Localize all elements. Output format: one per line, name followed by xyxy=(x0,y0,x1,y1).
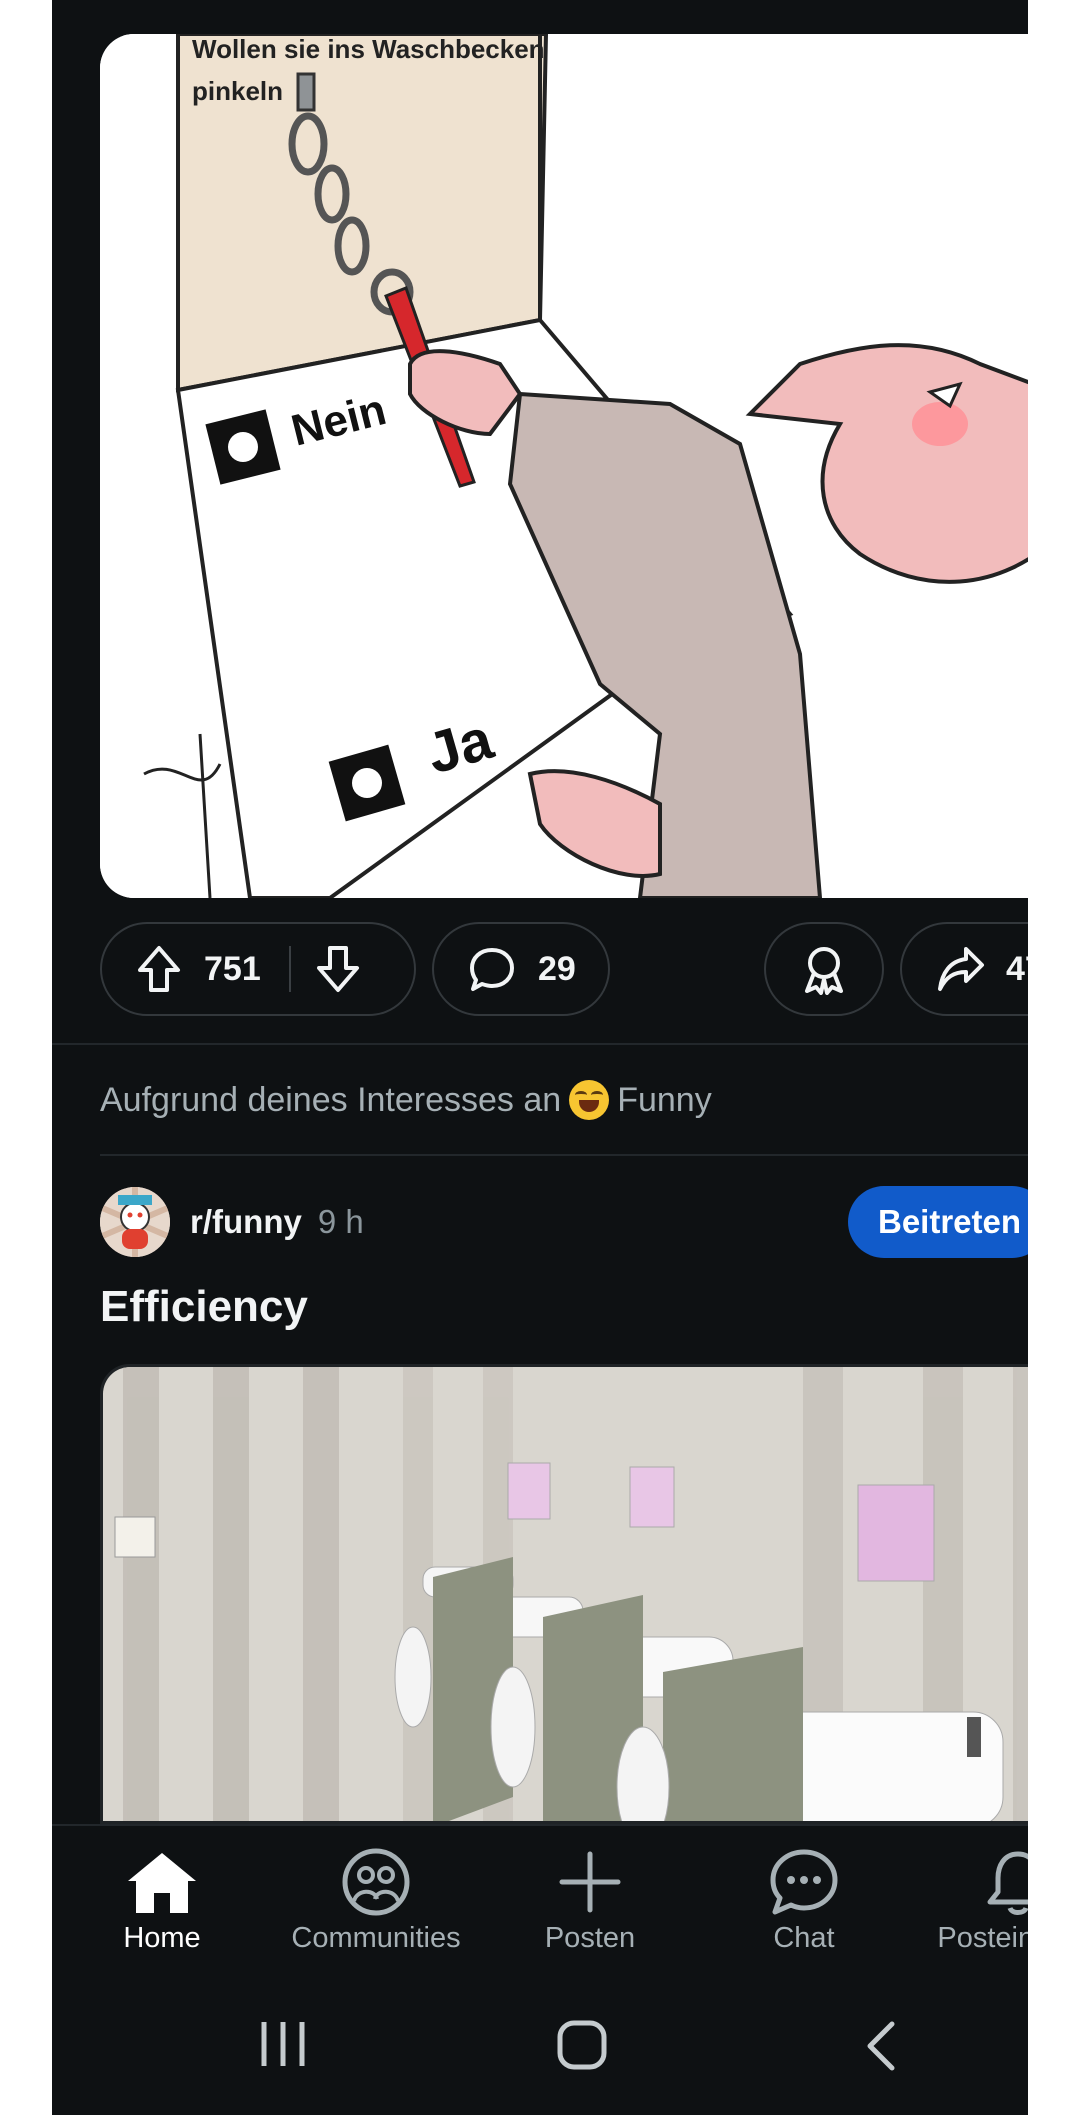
share-button[interactable]: 47 xyxy=(900,922,1028,1016)
home-system-icon[interactable] xyxy=(557,2020,607,2070)
nav-inbox-label: Posteingang xyxy=(937,1922,1028,1954)
nav-chat-label: Chat xyxy=(773,1922,835,1954)
post-action-bar: 751 29 47 xyxy=(100,922,1028,1020)
share-count: 47 xyxy=(1006,949,1028,988)
nav-post-label: Posten xyxy=(544,1922,636,1954)
chat-icon xyxy=(694,1846,914,1918)
upvote-icon[interactable] xyxy=(136,944,182,994)
vote-pill: 751 xyxy=(100,922,416,1016)
post-title[interactable]: Efficiency xyxy=(100,1282,308,1332)
vote-divider xyxy=(288,946,291,992)
upvote-count: 751 xyxy=(204,949,261,988)
status-bar xyxy=(52,0,1028,34)
cartoon-question-line1: Wollen sie ins Waschbecken xyxy=(192,34,545,64)
nav-chat[interactable]: Chat xyxy=(694,1846,914,1955)
communities-icon xyxy=(266,1846,486,1918)
recent-apps-icon[interactable] xyxy=(258,2020,308,2068)
nav-communities-label: Communities xyxy=(291,1922,461,1954)
laughing-emoji-icon xyxy=(569,1080,610,1120)
reason-divider xyxy=(100,1154,1028,1156)
share-icon xyxy=(936,945,986,993)
bell-icon xyxy=(908,1846,1028,1918)
feed-reason: Aufgrund deines Interesses an Funny xyxy=(100,1080,712,1120)
comments-button[interactable]: 29 xyxy=(432,922,610,1016)
home-icon xyxy=(52,1846,272,1918)
cartoon-question-line2: pinkeln xyxy=(192,76,283,106)
post-time: 9 h xyxy=(317,1203,364,1240)
join-button[interactable]: Beitreten xyxy=(848,1186,1028,1258)
feed-reason-prefix: Aufgrund deines Interesses an xyxy=(100,1080,562,1119)
subreddit-name[interactable]: r/funny xyxy=(190,1203,302,1241)
feed-reason-topic: Funny xyxy=(617,1080,712,1119)
post-image-restroom[interactable] xyxy=(100,1364,1028,1824)
back-icon[interactable] xyxy=(864,2020,898,2072)
nav-home-label: Home xyxy=(123,1922,201,1954)
post-divider xyxy=(52,1043,1028,1045)
nav-post[interactable]: Posten xyxy=(480,1846,700,1955)
award-icon xyxy=(799,943,849,995)
comment-count: 29 xyxy=(538,949,576,988)
bottom-navigation: Home Communities Posten Chat Posteingang xyxy=(52,1824,1028,1976)
downvote-icon[interactable] xyxy=(315,944,361,994)
post-image-cartoon[interactable]: Wollen sie ins Waschbecken pinkeln Nein … xyxy=(100,34,1028,898)
app-screen: Wollen sie ins Waschbecken pinkeln Nein … xyxy=(52,0,1028,2115)
system-navigation-bar xyxy=(52,1974,1028,2115)
subreddit-avatar[interactable] xyxy=(100,1187,170,1257)
nav-home[interactable]: Home xyxy=(52,1846,272,1955)
award-button[interactable] xyxy=(764,922,884,1016)
comment-icon xyxy=(468,945,516,993)
nav-communities[interactable]: Communities xyxy=(266,1846,486,1955)
nav-inbox[interactable]: Posteingang xyxy=(908,1846,1028,1955)
plus-icon xyxy=(480,1846,700,1918)
